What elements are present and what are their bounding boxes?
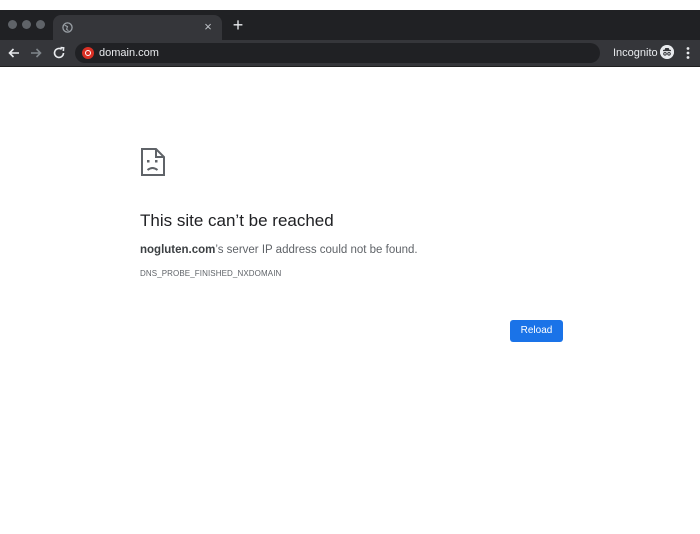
minimize-window-button[interactable] [22, 20, 31, 29]
site-info-icon[interactable] [82, 47, 94, 59]
browser-tab[interactable]: × [53, 15, 222, 40]
error-code[interactable]: DNS_PROBE_FINISHED_NXDOMAIN [140, 269, 281, 279]
address-bar[interactable]: domain.com [75, 43, 600, 63]
error-title: This site can’t be reached [140, 211, 334, 230]
incognito-icon[interactable] [660, 45, 674, 59]
incognito-label[interactable]: Incognito [613, 47, 658, 60]
more-menu-icon[interactable] [682, 45, 694, 61]
top-strip [0, 0, 700, 10]
sad-page-icon [141, 148, 165, 176]
close-tab-icon[interactable]: × [200, 19, 216, 35]
tab-bar: × + [0, 10, 700, 40]
url-text[interactable]: domain.com [99, 46, 159, 60]
reload-icon[interactable] [51, 45, 67, 61]
reload-button[interactable]: Reload [510, 320, 563, 342]
close-window-button[interactable] [8, 20, 17, 29]
toolbar: domain.com Incognito [0, 40, 700, 67]
forward-arrow-icon[interactable] [28, 45, 44, 61]
error-host: nogluten.com [140, 244, 216, 256]
maximize-window-button[interactable] [36, 20, 45, 29]
back-arrow-icon[interactable] [6, 45, 22, 61]
error-description: nogluten.com’s server IP address could n… [140, 243, 418, 257]
error-message: ’s server IP address could not be found. [215, 244, 418, 256]
new-tab-button[interactable]: + [229, 16, 247, 34]
globe-icon [62, 22, 73, 33]
